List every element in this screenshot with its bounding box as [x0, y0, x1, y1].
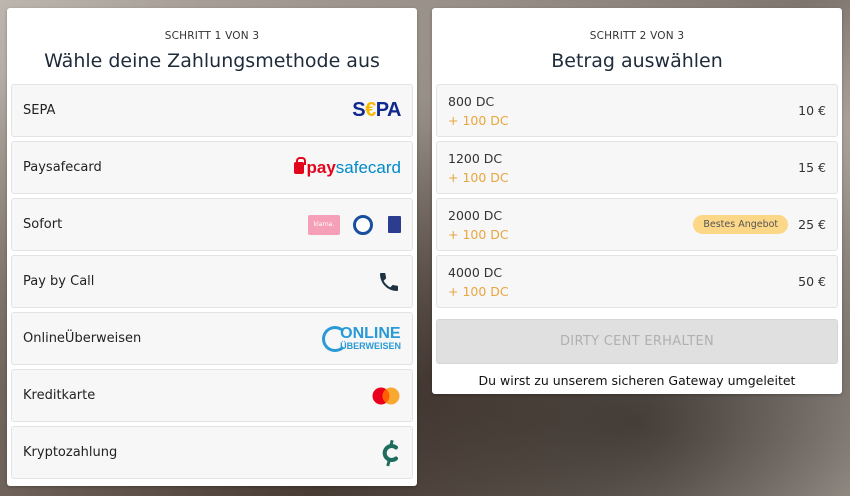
payment-option-onlineueberweisen[interactable]: OnlineÜberweisen ONLINE ÜBERWEISEN — [11, 312, 413, 365]
crypto-icon — [379, 438, 401, 468]
amount-option[interactable]: 800 DC + 100 DC 10 € — [436, 84, 838, 137]
tuv-seal-icon — [353, 214, 373, 235]
amount-option[interactable]: 2000 DC + 100 DC Bestes Angebot 25 € — [436, 198, 838, 251]
amount-option[interactable]: 1200 DC + 100 DC 15 € — [436, 141, 838, 194]
amount-bonus: + 100 DC — [448, 226, 509, 242]
payment-option-paysafecard[interactable]: Paysafecard pay safecard — [11, 141, 413, 194]
amount-price: 15 € — [798, 160, 826, 175]
page-title: Betrag auswählen — [551, 50, 723, 72]
phone-icon — [377, 270, 401, 294]
payment-option-sofort[interactable]: Sofort klarna. — [11, 198, 413, 251]
payment-option-label: Kryptozahlung — [23, 445, 118, 460]
amount-price: 10 € — [798, 103, 826, 118]
amount-price: 50 € — [798, 274, 826, 289]
amount-option[interactable]: 4000 DC + 100 DC 50 € — [436, 255, 838, 308]
amount-bonus: + 100 DC — [448, 112, 509, 128]
gateway-note: Du wirst zu unserem sicheren Gateway umg… — [478, 373, 796, 388]
sofort-logos: klarna. — [308, 214, 401, 235]
amount-value: 800 DC — [448, 93, 495, 109]
payment-option-label: Paysafecard — [23, 160, 102, 175]
amount-value: 4000 DC — [448, 264, 503, 280]
payment-option-label: OnlineÜberweisen — [23, 331, 142, 346]
mastercard-logo — [371, 386, 401, 406]
sepa-logo: S € PA — [352, 99, 401, 121]
amount-bonus: + 100 DC — [448, 283, 509, 299]
step-indicator: SCHRITT 1 VON 3 — [164, 30, 260, 42]
onlineueberweisen-logo: ONLINE ÜBERWEISEN — [322, 325, 401, 352]
klarna-icon: klarna. — [308, 214, 340, 235]
step-indicator: SCHRITT 2 VON 3 — [589, 30, 685, 42]
payment-method-panel: SCHRITT 1 VON 3 Wähle deine Zahlungsmeth… — [7, 8, 417, 486]
amount-panel: SCHRITT 2 VON 3 Betrag auswählen 800 DC +… — [432, 8, 842, 394]
security-badge-icon — [388, 216, 401, 233]
amount-value: 1200 DC — [448, 150, 503, 166]
payment-option-label: Pay by Call — [23, 274, 95, 289]
payment-method-list: SEPA S € PA Paysafecard pay safecard Sofort… — [11, 84, 413, 483]
amount-value: 2000 DC — [448, 207, 503, 223]
page-title: Wähle deine Zahlungsmethode aus — [44, 50, 380, 72]
payment-option-pay-by-call[interactable]: Pay by Call — [11, 255, 413, 308]
get-dirty-cent-button[interactable]: DIRTY CENT ERHALTEN — [436, 319, 838, 364]
paysafecard-logo: pay safecard — [293, 156, 401, 178]
payment-option-kreditkarte[interactable]: Kreditkarte — [11, 369, 413, 422]
best-offer-badge: Bestes Angebot — [693, 215, 789, 234]
payment-option-sepa[interactable]: SEPA S € PA — [11, 84, 413, 137]
payment-option-label: Sofort — [23, 217, 63, 232]
payment-option-label: SEPA — [23, 103, 56, 118]
payment-option-label: Kreditkarte — [23, 388, 96, 403]
payment-option-kryptozahlung[interactable]: Kryptozahlung — [11, 426, 413, 479]
amount-list: 800 DC + 100 DC 10 € 1200 DC + 100 DC 15 €… — [436, 84, 838, 312]
amount-bonus: + 100 DC — [448, 169, 509, 185]
amount-price: 25 € — [798, 217, 826, 232]
